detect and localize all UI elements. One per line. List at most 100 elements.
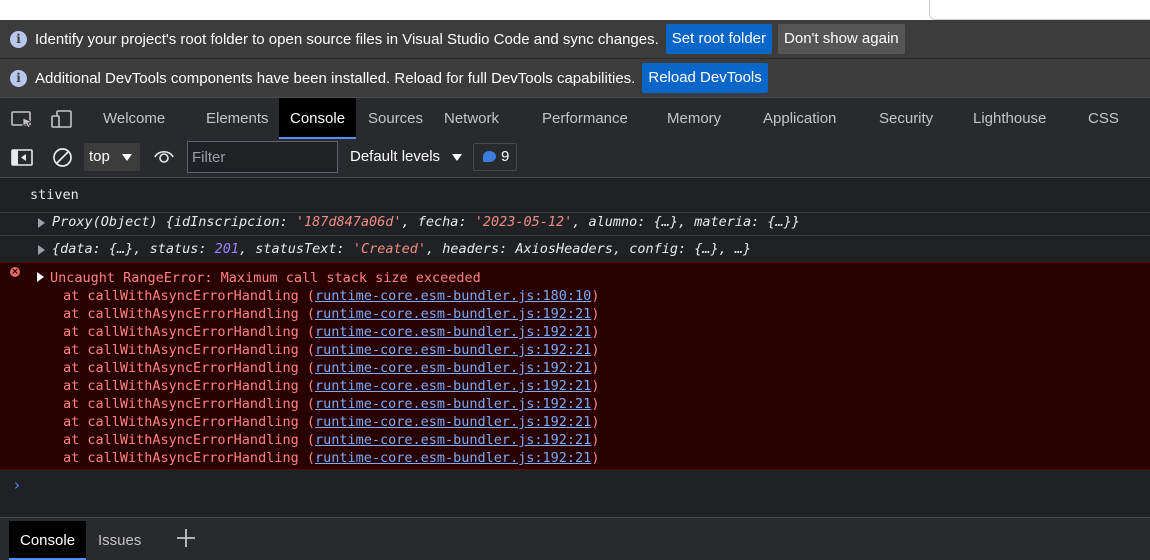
obj-value: '187d847a06d'	[295, 214, 402, 230]
obj-key: fecha	[417, 214, 459, 230]
obj-key: {data	[52, 241, 93, 257]
address-bar-corner	[929, 0, 1150, 20]
obj-key: materia	[694, 214, 752, 230]
stack-fn: at callWithAsyncErrorHandling (	[63, 360, 315, 376]
expand-triangle-icon[interactable]	[38, 245, 45, 255]
source-link[interactable]: runtime-core.esm-bundler.js:192:21	[315, 396, 591, 412]
stack-frame: at callWithAsyncErrorHandling (runtime-c…	[63, 396, 600, 412]
obj-value: {…}	[694, 241, 719, 257]
info-icon: i	[10, 69, 27, 87]
context-selector[interactable]: top	[84, 143, 140, 171]
source-link[interactable]: runtime-core.esm-bundler.js:192:21	[315, 432, 591, 448]
stack-fn: at callWithAsyncErrorHandling (	[63, 306, 315, 322]
reload-devtools-button[interactable]: Reload DevTools	[642, 63, 768, 93]
tab-security[interactable]: Security	[879, 98, 933, 139]
tab-application[interactable]: Application	[763, 98, 836, 139]
stack-frame: at callWithAsyncErrorHandling (runtime-c…	[63, 378, 600, 394]
obj-key: config	[629, 241, 678, 257]
inspect-element-icon[interactable]	[11, 110, 33, 128]
source-link[interactable]: runtime-core.esm-bundler.js:192:21	[315, 378, 591, 394]
source-link[interactable]: runtime-core.esm-bundler.js:192:21	[315, 450, 591, 466]
log-object-proxy[interactable]: Proxy(Object) {idInscripcion: '187d847a0…	[0, 209, 1150, 236]
info-icon: i	[10, 30, 27, 48]
source-link[interactable]: runtime-core.esm-bundler.js:192:21	[315, 306, 591, 322]
proxy-prefix: Proxy(Object) {	[52, 214, 174, 230]
obj-key: headers	[442, 241, 500, 257]
obj-key: status	[149, 241, 199, 257]
stack-fn: at callWithAsyncErrorHandling (	[63, 450, 315, 466]
stack-frame: at callWithAsyncErrorHandling (runtime-c…	[63, 324, 600, 340]
dont-show-again-button[interactable]: Don't show again	[778, 24, 905, 54]
clear-console-icon[interactable]	[52, 147, 73, 168]
stack-fn: at callWithAsyncErrorHandling (	[63, 342, 315, 358]
obj-key: alumno	[588, 214, 638, 230]
log-object-response[interactable]: {data: {…}, status: 201, statusText: 'Cr…	[0, 236, 1150, 263]
infobar-message: Identify your project's root folder to o…	[35, 30, 659, 48]
obj-value: 'Created'	[352, 241, 426, 257]
devtools-tabbar: Welcome Elements Console Sources Network…	[0, 97, 1150, 168]
sidebar-toggle-icon[interactable]	[11, 149, 33, 166]
console-toolbar: top Default levels 9	[0, 139, 1150, 178]
obj-value: AxiosHeaders	[515, 241, 613, 257]
issues-badge[interactable]: 9	[473, 143, 517, 171]
source-link[interactable]: runtime-core.esm-bundler.js:192:21	[315, 360, 591, 376]
live-expression-eye-icon[interactable]	[153, 148, 175, 166]
browser-top-area	[0, 0, 1150, 20]
stack-frame: at callWithAsyncErrorHandling (runtime-c…	[63, 306, 600, 322]
tab-welcome[interactable]: Welcome	[103, 98, 165, 139]
error-message: × Uncaught RangeError: Maximum call stac…	[0, 262, 1150, 470]
tab-css-overview[interactable]: CSS Over	[1088, 98, 1150, 168]
tab-network[interactable]: Network	[444, 98, 499, 139]
device-toolbar-icon[interactable]	[51, 110, 73, 128]
infobar-message: Additional DevTools components have been…	[35, 69, 636, 87]
stack-fn: at callWithAsyncErrorHandling (	[63, 288, 315, 304]
obj-value: '2023-05-12'	[474, 214, 573, 230]
infobar-reload: i Additional DevTools components have be…	[0, 59, 1150, 97]
stack-frame: at callWithAsyncErrorHandling (runtime-c…	[63, 360, 600, 376]
log-levels-dropdown[interactable]: Default levels	[350, 143, 463, 171]
set-root-folder-button[interactable]: Set root folder	[665, 24, 773, 54]
error-header[interactable]: Uncaught RangeError: Maximum call stack …	[37, 270, 481, 286]
tab-memory[interactable]: Memory	[667, 98, 721, 139]
message-icon	[483, 151, 496, 162]
infobar-root-folder: i Identify your project's root folder to…	[0, 20, 1150, 59]
filter-input[interactable]	[187, 141, 338, 173]
obj-value: {…}}	[767, 214, 800, 230]
expand-triangle-icon[interactable]	[38, 218, 45, 228]
plus-icon[interactable]	[176, 528, 196, 548]
stack-fn: at callWithAsyncErrorHandling (	[63, 378, 315, 394]
drawer-tab-issues[interactable]: Issues	[98, 521, 141, 560]
expand-triangle-icon[interactable]	[37, 272, 44, 282]
stack-fn: at callWithAsyncErrorHandling (	[63, 414, 315, 430]
drawer-tab-console[interactable]: Console	[9, 521, 87, 560]
chevron-down-icon	[121, 153, 132, 161]
error-text: Uncaught RangeError: Maximum call stack …	[50, 270, 481, 286]
tab-console[interactable]: Console	[279, 98, 357, 139]
issues-count: 9	[501, 148, 510, 165]
stack-frame: at callWithAsyncErrorHandling (runtime-c…	[63, 414, 600, 430]
obj-tail: , …}	[718, 241, 752, 257]
chevron-right-icon[interactable]: ›	[14, 476, 20, 494]
source-link[interactable]: runtime-core.esm-bundler.js:192:21	[315, 324, 591, 340]
stack-fn: at callWithAsyncErrorHandling (	[63, 396, 315, 412]
obj-value: 201	[214, 241, 239, 257]
tab-performance[interactable]: Performance	[542, 98, 628, 139]
log-text: stiven	[30, 187, 79, 203]
console-output: stiven Proxy(Object) {idInscripcion: '18…	[0, 178, 1150, 517]
source-link[interactable]: runtime-core.esm-bundler.js:192:21	[315, 414, 591, 430]
context-value: top	[89, 148, 110, 165]
error-icon: ×	[10, 267, 20, 277]
obj-key: idInscripcion	[173, 214, 280, 230]
tab-elements[interactable]: Elements	[206, 98, 269, 139]
tab-sources[interactable]: Sources	[368, 98, 423, 139]
stack-frame: at callWithAsyncErrorHandling (runtime-c…	[63, 342, 600, 358]
obj-key: statusText	[255, 241, 337, 257]
stack-frame: at callWithAsyncErrorHandling (runtime-c…	[63, 288, 600, 304]
chevron-down-icon	[452, 153, 463, 161]
tab-lighthouse[interactable]: Lighthouse	[973, 98, 1046, 139]
stack-frame: at callWithAsyncErrorHandling (runtime-c…	[63, 450, 600, 466]
log-levels-label: Default levels	[350, 148, 441, 165]
source-link[interactable]: runtime-core.esm-bundler.js:180:10	[315, 288, 591, 304]
source-link[interactable]: runtime-core.esm-bundler.js:192:21	[315, 342, 591, 358]
stack-fn: at callWithAsyncErrorHandling (	[63, 432, 315, 448]
